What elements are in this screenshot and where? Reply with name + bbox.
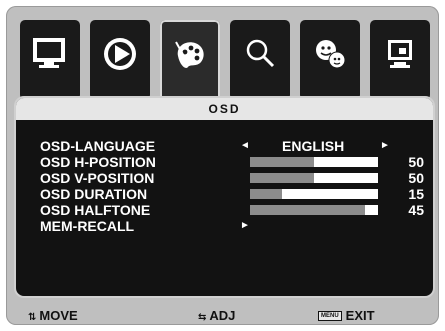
setting-osd-language[interactable]: OSD-LANGUAGE ◄ ENGLISH ► [40,138,420,154]
hint-move-label: MOVE [39,308,78,323]
setting-mem-recall[interactable]: MEM-RECALL ► [40,218,420,234]
setting-label: OSD DURATION [40,186,148,202]
setting-value: 15 [408,186,424,202]
osd-settings-panel: OSD OSD-LANGUAGE ◄ ENGLISH ► OSD H-POSIT… [14,96,435,298]
setting-osd-halftone[interactable]: OSD HALFTONE 45 [40,202,424,218]
hint-exit-label: EXIT [345,308,375,323]
previous-option-arrow-icon[interactable]: ◄ [240,138,250,154]
h-position-slider[interactable] [250,157,378,167]
slider-fill [250,173,314,183]
duration-slider[interactable] [250,189,378,199]
play-circle-icon [104,38,136,70]
panel-title-bar: OSD [16,98,433,120]
next-option-arrow-icon[interactable]: ► [380,138,390,154]
tab-picture[interactable] [20,20,80,100]
hint-move: ⇅ MOVE [28,308,78,323]
setting-value: 50 [408,170,424,186]
setting-label: OSD H-POSITION [40,154,156,170]
setting-value: 45 [408,202,424,218]
up-down-arrows-icon: ⇅ [28,312,37,323]
enter-arrow-icon[interactable]: ► [240,218,250,234]
slider-fill [250,157,314,167]
osd-window: OSD OSD-LANGUAGE ◄ ENGLISH ► OSD H-POSIT… [6,6,439,325]
setting-label: OSD HALFTONE [40,202,151,218]
tab-osd[interactable] [160,20,220,108]
setting-label: OSD-LANGUAGE [40,138,156,154]
tab-zoom[interactable] [230,20,290,100]
v-position-slider[interactable] [250,173,378,183]
setting-label: MEM-RECALL [40,218,135,234]
setting-osd-v-position[interactable]: OSD V-POSITION 50 [40,170,424,186]
magnifier-icon [246,39,275,68]
faces-icon [316,40,346,69]
panel-title: OSD [208,102,241,116]
palette-icon [175,41,204,68]
key-hint-bar: ⇅ MOVE ⇆ ADJ MENU EXIT [6,306,439,325]
setting-osd-duration[interactable]: OSD DURATION 15 [40,186,424,202]
tab-image[interactable] [90,20,150,100]
settings-list: OSD-LANGUAGE ◄ ENGLISH ► OSD H-POSITION … [40,138,424,234]
setting-label: OSD V-POSITION [40,170,155,186]
left-right-arrows-icon: ⇆ [198,312,207,323]
setting-value: 50 [408,154,424,170]
slider-fill [250,189,282,199]
slider-fill [250,205,366,215]
tab-faces[interactable] [300,20,360,100]
setting-osd-h-position[interactable]: OSD H-POSITION 50 [40,154,424,170]
language-value: ENGLISH [282,138,345,154]
hint-adjust: ⇆ ADJ [198,308,235,323]
hint-adjust-label: ADJ [209,308,236,323]
menu-key-icon: MENU [318,310,342,321]
display-info-icon [388,40,412,68]
monitor-icon [33,38,65,68]
halftone-slider[interactable] [250,205,378,215]
tab-information[interactable] [370,20,430,100]
hint-exit: MENU EXIT [318,308,375,323]
